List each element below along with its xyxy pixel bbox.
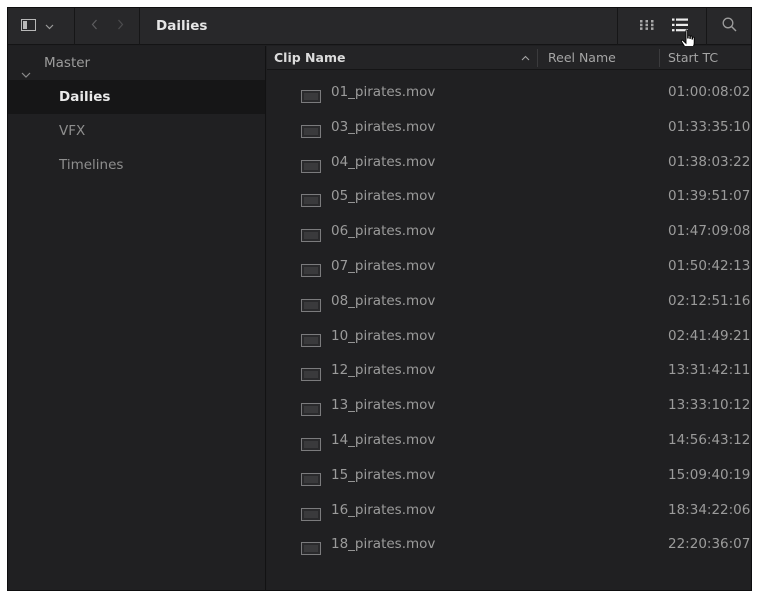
clip-name: 06_pirates.mov (331, 223, 436, 240)
clip-name: 14_pirates.mov (331, 431, 436, 448)
list-view-icon (671, 18, 689, 36)
clip-start-tc: 14:56:43:12 (668, 431, 751, 448)
clip-start-tc: 01:39:51:07 (668, 188, 751, 205)
sidebar-item-vfx[interactable]: VFX (8, 114, 265, 148)
toolbar-divider (74, 8, 75, 45)
sidebar-item-label: VFX (59, 123, 86, 139)
clip-row[interactable]: 07_pirates.mov 01:50:42:13 (267, 256, 751, 291)
clip-file-icon (301, 472, 321, 490)
clip-row[interactable]: 03_pirates.mov 01:33:35:10 (267, 117, 751, 152)
thumbnail-view-button[interactable] (636, 8, 658, 45)
master-bin-row[interactable]: Master (8, 46, 265, 80)
back-button[interactable] (84, 8, 104, 45)
panel-toggle-button[interactable] (14, 8, 60, 45)
clip-row[interactable]: 12_pirates.mov 13:31:42:11 (267, 360, 751, 395)
toolbar-divider (617, 8, 618, 45)
master-bin-label: Master (44, 55, 91, 71)
clip-start-tc: 15:09:40:19 (668, 466, 751, 483)
clip-start-tc: 01:50:42:13 (668, 257, 751, 274)
media-pool-window: Dailies Master Dailies VFX Timelines Cli… (7, 7, 752, 591)
bin-sidebar: Master Dailies VFX Timelines (8, 46, 266, 590)
clip-start-tc: 13:31:42:11 (668, 362, 751, 379)
grid-dots-icon (640, 19, 654, 34)
clip-file-icon (301, 437, 321, 455)
clip-start-tc: 01:47:09:08 (668, 223, 751, 240)
search-icon (722, 17, 737, 36)
clip-file-icon (301, 263, 321, 281)
column-header-start-tc[interactable]: Start TC (668, 46, 718, 70)
clip-name: 15_pirates.mov (331, 466, 436, 483)
search-button[interactable] (716, 8, 742, 45)
chevron-left-icon (91, 19, 98, 34)
clip-file-icon (301, 229, 321, 246)
clip-row[interactable]: 13_pirates.mov 13:33:10:12 (267, 395, 751, 430)
clip-name: 10_pirates.mov (331, 327, 436, 344)
clip-start-tc: 18:34:22:06 (668, 501, 751, 518)
clip-name: 16_pirates.mov (331, 501, 436, 518)
list-header: Clip Name Reel Name Start TC (267, 46, 751, 70)
forward-button[interactable] (110, 8, 130, 45)
clip-file-icon (301, 159, 321, 177)
clip-start-tc: 01:00:08:02 (668, 84, 751, 100)
clip-file-icon (301, 507, 321, 525)
clip-row[interactable]: 01_pirates.mov 01:00:08:02 (267, 82, 751, 117)
clip-row[interactable]: 06_pirates.mov 01:47:09:08 (267, 221, 751, 256)
clip-rows: 01_pirates.mov 01:00:08:02 03_pirates.mo… (267, 82, 751, 569)
clip-start-tc: 01:38:03:22 (668, 153, 751, 170)
clip-start-tc: 13:33:10:12 (668, 397, 751, 414)
clip-name: 04_pirates.mov (331, 153, 436, 170)
clip-list: Clip Name Reel Name Start TC 01_pirates.… (267, 46, 751, 590)
clip-start-tc: 01:33:35:10 (668, 118, 751, 135)
clip-file-icon (301, 333, 321, 351)
clip-name: 18_pirates.mov (331, 536, 436, 553)
toolbar-divider (706, 8, 707, 45)
clip-start-tc: 02:41:49:21 (668, 327, 751, 344)
column-divider[interactable] (659, 49, 660, 67)
clip-file-icon (301, 542, 321, 559)
sidebar-item-dailies[interactable]: Dailies (8, 80, 265, 114)
clip-name: 07_pirates.mov (331, 257, 436, 274)
clip-file-icon (301, 368, 321, 385)
clip-name: 13_pirates.mov (331, 397, 436, 414)
column-header-clip-name[interactable]: Clip Name (274, 46, 345, 70)
clip-name: 03_pirates.mov (331, 118, 436, 135)
clip-start-tc: 22:20:36:07 (668, 536, 751, 553)
clip-start-tc: 02:12:51:16 (668, 292, 751, 309)
clip-row[interactable]: 04_pirates.mov 01:38:03:22 (267, 152, 751, 187)
chevron-down-icon (45, 19, 54, 34)
clip-file-icon (301, 403, 321, 420)
sidebar-panel-icon (20, 18, 36, 35)
clip-row[interactable]: 14_pirates.mov 14:56:43:12 (267, 430, 751, 465)
sidebar-item-label: Dailies (59, 89, 111, 105)
clip-row[interactable]: 05_pirates.mov 01:39:51:07 (267, 186, 751, 221)
sidebar-item-timelines[interactable]: Timelines (8, 148, 265, 182)
chevron-right-icon (117, 19, 124, 34)
toolbar-divider (139, 8, 140, 45)
clip-file-icon (301, 124, 321, 142)
clip-row[interactable]: 15_pirates.mov 15:09:40:19 (267, 465, 751, 500)
clip-name: 12_pirates.mov (331, 362, 436, 379)
current-bin-title: Dailies (156, 18, 208, 34)
clip-row[interactable]: 18_pirates.mov 22:20:36:07 (267, 534, 751, 569)
sidebar-item-label: Timelines (59, 157, 124, 173)
clip-name: 08_pirates.mov (331, 292, 436, 309)
clip-file-icon (301, 90, 321, 107)
clip-file-icon (301, 298, 321, 316)
sort-ascending-icon[interactable] (521, 46, 530, 70)
clip-name: 05_pirates.mov (331, 188, 436, 205)
column-divider[interactable] (537, 49, 538, 67)
clip-name: 01_pirates.mov (331, 84, 436, 100)
clip-row[interactable]: 08_pirates.mov 02:12:51:16 (267, 291, 751, 326)
clip-row[interactable]: 16_pirates.mov 18:34:22:06 (267, 500, 751, 535)
list-view-button[interactable] (669, 8, 691, 45)
toolbar: Dailies (8, 8, 751, 45)
clip-file-icon (301, 194, 321, 211)
column-header-reel-name[interactable]: Reel Name (548, 46, 616, 70)
clip-row[interactable]: 10_pirates.mov 02:41:49:21 (267, 326, 751, 361)
